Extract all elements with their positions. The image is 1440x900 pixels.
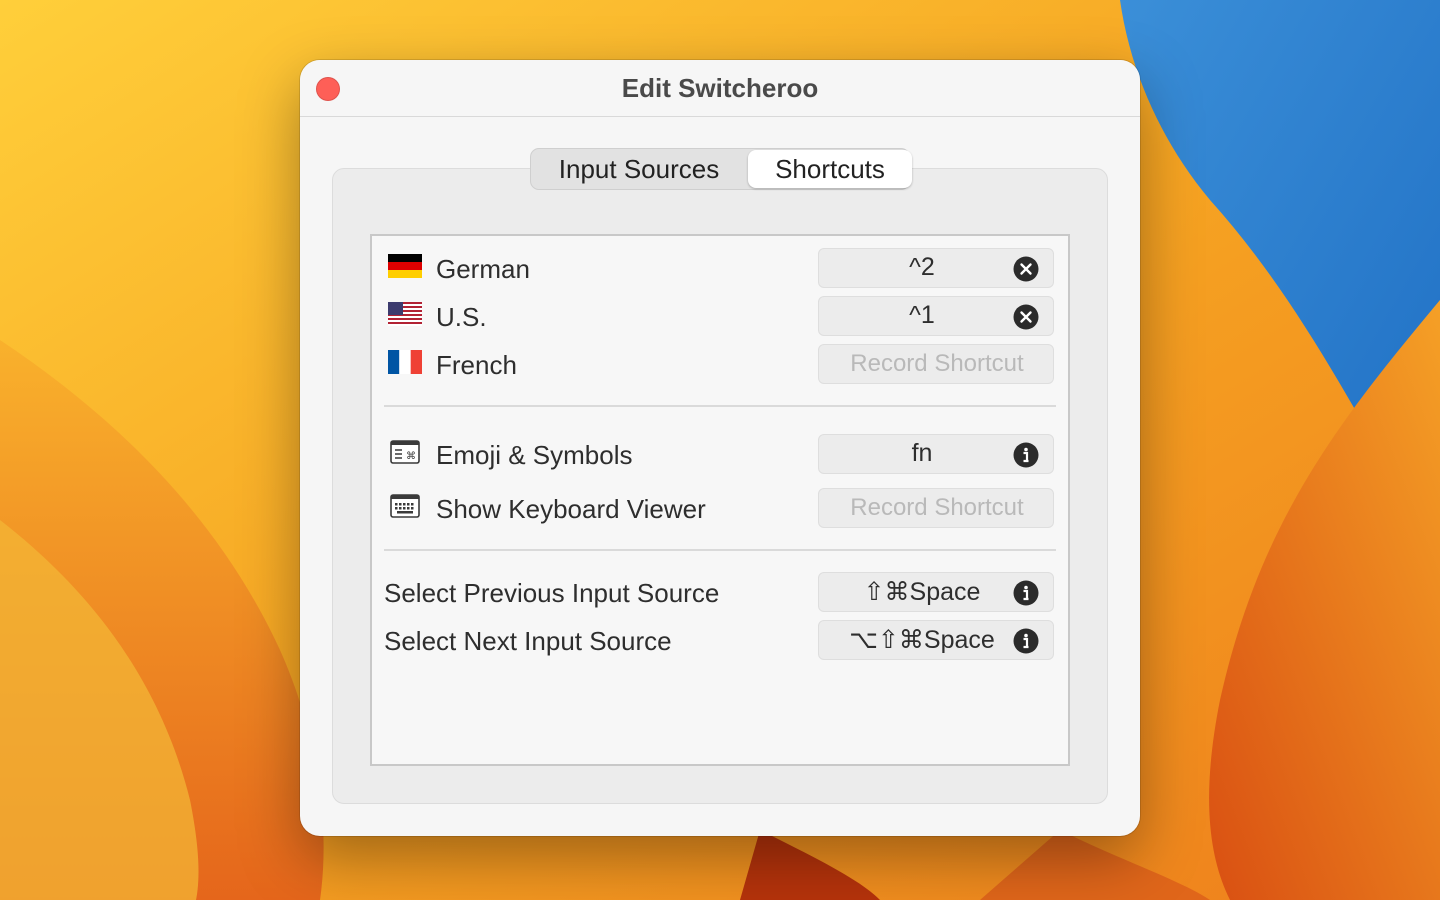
title-bar: Edit Switcheroo [300, 60, 1140, 117]
tab-bar: Input Sources Shortcuts [530, 148, 912, 190]
french-flag-icon [388, 350, 422, 374]
system-row-previous-input-source: Select Previous Input Source ⇧⌘Space [372, 572, 1068, 616]
shortcuts-panel: German ^2 U.S. ^1 French Record Shortcut… [370, 234, 1070, 766]
shortcut-value: ⇧⌘Space [863, 578, 981, 606]
shortcut-recorder-keyboard-viewer[interactable]: Record Shortcut [818, 488, 1054, 528]
tab-input-sources[interactable]: Input Sources [531, 149, 747, 189]
tool-label: Emoji & Symbols [436, 440, 633, 470]
edit-switcheroo-window: Edit Switcheroo Input Sources Shortcuts … [300, 60, 1140, 836]
tab-shortcuts[interactable]: Shortcuts [748, 150, 912, 188]
section-divider [384, 549, 1056, 551]
input-source-label: U.S. [436, 302, 487, 332]
shortcut-recorder-emoji-symbols[interactable]: fn [818, 434, 1054, 474]
clear-shortcut-icon[interactable] [1013, 256, 1039, 282]
input-source-row-us: U.S. ^1 [372, 296, 1068, 340]
input-source-label: French [436, 350, 517, 380]
german-flag-icon [388, 254, 422, 278]
record-shortcut-placeholder: Record Shortcut [850, 350, 1024, 377]
input-source-row-french: French Record Shortcut [372, 344, 1068, 388]
shortcut-recorder-us[interactable]: ^1 [818, 296, 1054, 336]
svg-text:⌘: ⌘ [406, 451, 416, 462]
us-flag-icon [388, 302, 422, 326]
shortcut-value: ⌥⇧⌘Space [849, 626, 995, 654]
system-shortcut-label: Select Next Input Source [384, 626, 672, 656]
shortcut-value: ^1 [909, 301, 935, 329]
record-shortcut-placeholder: Record Shortcut [850, 494, 1024, 521]
keyboard-viewer-icon [390, 494, 420, 518]
clear-shortcut-icon[interactable] [1013, 304, 1039, 330]
info-icon[interactable] [1013, 442, 1039, 468]
window-title: Edit Switcheroo [621, 73, 819, 103]
info-icon[interactable] [1013, 628, 1039, 654]
section-divider [384, 405, 1056, 407]
info-icon[interactable] [1013, 580, 1039, 606]
emoji-symbols-icon: ⌘ [390, 440, 420, 464]
shortcut-value: ^2 [909, 253, 935, 281]
shortcut-recorder-next-input-source[interactable]: ⌥⇧⌘Space [818, 620, 1054, 660]
shortcut-value: fn [911, 439, 933, 467]
input-source-label: German [436, 254, 530, 284]
shortcut-recorder-german[interactable]: ^2 [818, 248, 1054, 288]
tool-row-emoji-symbols: ⌘ Emoji & Symbols fn [372, 434, 1068, 478]
tool-label: Show Keyboard Viewer [436, 494, 706, 524]
input-source-row-german: German ^2 [372, 248, 1068, 292]
tool-row-keyboard-viewer: Show Keyboard Viewer Record Shortcut [372, 488, 1068, 532]
system-row-next-input-source: Select Next Input Source ⌥⇧⌘Space [372, 620, 1068, 664]
shortcut-recorder-previous-input-source[interactable]: ⇧⌘Space [818, 572, 1054, 612]
system-shortcut-label: Select Previous Input Source [384, 578, 720, 608]
shortcut-recorder-french[interactable]: Record Shortcut [818, 344, 1054, 384]
